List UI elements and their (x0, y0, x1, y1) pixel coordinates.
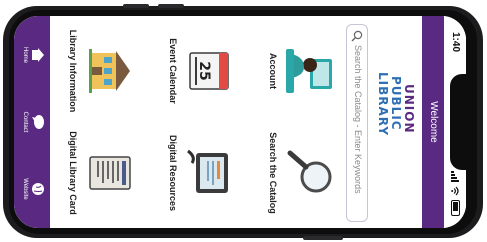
tablet-icon (187, 149, 228, 193)
search-placeholder: Search the Catalog - Enter Keywords (353, 45, 363, 194)
tile-label: Digital Library Card (68, 131, 78, 215)
nav-label: Website (22, 178, 28, 200)
tile-library-information[interactable]: Library Information (46, 20, 142, 122)
tile-label: Event Calendar (168, 38, 178, 104)
tile-label: Account (268, 53, 278, 89)
tile-label: Search the Catalog (268, 132, 278, 214)
nav-label: Contact (22, 111, 28, 133)
status-icons (451, 171, 460, 216)
tile-account[interactable]: Account (246, 20, 342, 122)
power-button (303, 236, 343, 240)
nav-label: Home (22, 46, 28, 63)
library-card-icon (89, 156, 131, 190)
nav-website[interactable]: Website (17, 164, 47, 214)
wifi-icon (451, 186, 460, 196)
nav-contact[interactable]: Contact (17, 97, 47, 147)
account-icon (286, 49, 332, 93)
tile-digital-resources[interactable]: Digital Resources (146, 122, 242, 224)
search-icon (351, 30, 363, 42)
bottom-nav: Home Contact Website (14, 16, 50, 228)
chat-icon (32, 115, 44, 129)
volume-button (123, 4, 149, 8)
catalog-search-input[interactable]: Search the Catalog - Enter Keywords (346, 24, 368, 222)
status-time: 1:40 (450, 32, 461, 53)
nav-home[interactable]: Home (17, 30, 47, 80)
library-app: 1:40 Welcome UNION PUBLIC LIBRARY Search… (14, 16, 466, 228)
tile-label: Digital Resources (168, 134, 178, 212)
volume-button (158, 4, 184, 8)
tile-label: Library Information (68, 29, 78, 113)
menu-grid: Account Search the Catalog 25 Event Cale… (42, 20, 342, 224)
tile-digital-library-card[interactable]: Digital Library Card (46, 122, 142, 224)
notch (450, 74, 466, 170)
phone-screen: 1:40 Welcome UNION PUBLIC LIBRARY Search… (14, 16, 466, 228)
calendar-day: 25 (196, 61, 212, 80)
library-building-icon (89, 49, 130, 93)
battery-icon (451, 200, 460, 216)
magnifier-icon (287, 150, 332, 193)
phone-frame: 1:40 Welcome UNION PUBLIC LIBRARY Search… (3, 4, 483, 240)
globe-icon (32, 183, 44, 195)
union-public-library-logo: UNION PUBLIC LIBRARY (376, 72, 416, 137)
tile-search-the-catalog[interactable]: Search the Catalog (246, 122, 342, 224)
calendar-icon: 25 (189, 52, 229, 90)
status-bar: 1:40 (444, 16, 466, 228)
app-header: Welcome (422, 16, 444, 228)
page-title: Welcome (428, 101, 439, 143)
tile-event-calendar[interactable]: 25 Event Calendar (146, 20, 242, 122)
signal-icon (451, 171, 460, 182)
home-icon (32, 48, 44, 62)
